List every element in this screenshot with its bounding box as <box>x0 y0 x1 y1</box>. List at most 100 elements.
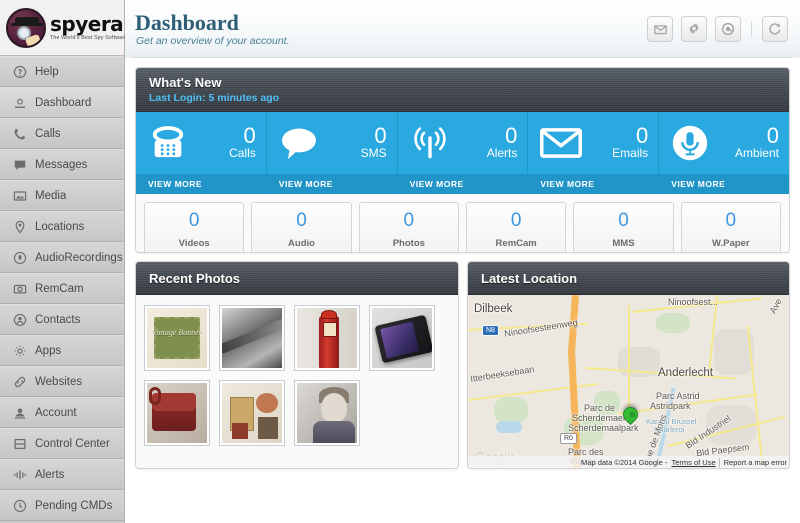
sidebar-item-dashboard[interactable]: Dashboard <box>0 87 124 118</box>
sidebar: spyera The World's Best Spy Software Hel… <box>0 0 128 523</box>
map-road <box>628 305 630 415</box>
sidebar-item-help[interactable]: Help <box>0 56 124 87</box>
sidebar-item-pending-cmds[interactable]: Pending CMDs <box>0 490 124 521</box>
stat-tile-ambient[interactable]: 0 Ambient VIEW MORE <box>659 112 789 194</box>
recent-photos-header: Recent Photos <box>136 262 458 295</box>
latest-location-header: Latest Location <box>468 262 789 295</box>
apps-icon <box>13 344 27 358</box>
sidebar-item-remcam[interactable]: RemCam <box>0 273 124 304</box>
view-more-link[interactable]: VIEW MORE <box>659 174 789 194</box>
sidebar-item-locations[interactable]: Locations <box>0 211 124 242</box>
speech-bubble-icon <box>279 126 319 160</box>
view-more-link[interactable]: VIEW MORE <box>397 174 528 194</box>
sidebar-item-messages[interactable]: Messages <box>0 149 124 180</box>
mini-stat-label: Videos <box>178 238 210 249</box>
mini-stat-label: RemCam <box>495 238 537 249</box>
sidebar-item-audiorecordings[interactable]: AudioRecordings <box>0 242 124 273</box>
tile-meta: 0 Ambient <box>735 125 779 161</box>
sidebar-item-label: Help <box>35 65 59 78</box>
target-button[interactable] <box>715 16 741 42</box>
map-label: Scherdemael <box>572 413 626 423</box>
photo-thumbnail[interactable] <box>144 380 210 446</box>
sidebar-item-media[interactable]: Media <box>0 180 124 211</box>
recent-photos-title: Recent Photos <box>149 270 241 286</box>
photo-thumbnail[interactable] <box>219 380 285 446</box>
sidebar-item-label: Messages <box>35 158 88 171</box>
mini-stat-value: 0 <box>618 210 629 231</box>
sidebar-item-label: Control Center <box>35 437 110 450</box>
report-map-error-link[interactable]: Report a map error <box>718 458 787 467</box>
red-gas-pump-thumbnail <box>297 308 357 368</box>
camera-icon <box>13 282 27 296</box>
photo-thumbnail[interactable] <box>294 305 360 371</box>
spyera-dashboard-app: spyera The World's Best Spy Software Hel… <box>0 0 800 523</box>
map-view[interactable]: Dilbeek Ninoofsesteenweg Ninoofsest... A… <box>468 295 789 468</box>
at-target-icon <box>721 22 735 36</box>
sidebar-item-label: Locations <box>35 220 85 233</box>
view-more-link[interactable]: VIEW MORE <box>528 174 659 194</box>
sidebar-item-apps[interactable]: Apps <box>0 335 124 366</box>
stat-tile-alerts[interactable]: 0 Alerts VIEW MORE <box>397 112 529 194</box>
photo-thumbnail[interactable] <box>219 305 285 371</box>
view-more-link[interactable]: VIEW MORE <box>136 174 266 194</box>
photo-thumbnail[interactable] <box>294 380 360 446</box>
tile-body: 0 SMS <box>267 112 397 174</box>
mini-stat-audio[interactable]: 0 Audio <box>251 202 352 252</box>
mini-stat-mms[interactable]: 0 MMS <box>573 202 674 252</box>
recent-photos-panel: Recent Photos Vintage Banner <box>135 261 459 469</box>
tile-body: 0 Alerts <box>398 112 528 174</box>
audio-icon <box>13 251 27 265</box>
refresh-button[interactable] <box>762 16 788 42</box>
mini-stat-remcam[interactable]: 0 RemCam <box>465 202 567 252</box>
mini-stat-videos[interactable]: 0 Videos <box>144 202 245 252</box>
map-label: Parc de <box>584 403 616 413</box>
sidebar-item-alerts[interactable]: Alerts <box>0 459 124 490</box>
mini-stat-value: 0 <box>403 210 415 231</box>
photo-thumbnail[interactable]: Vintage Banner <box>144 305 210 371</box>
mini-stat-photos[interactable]: 0 Photos <box>358 202 459 252</box>
sidebar-item-label: Apps <box>35 344 62 357</box>
sidebar-item-account[interactable]: Account <box>0 397 124 428</box>
messages-button[interactable] <box>647 16 673 42</box>
sidebar-item-websites[interactable]: Websites <box>0 366 124 397</box>
sidebar-item-label: Media <box>35 189 67 202</box>
mini-stat-value: 0 <box>725 210 737 231</box>
terms-of-use-link[interactable]: Terms of Use <box>671 458 715 467</box>
tile-label: Alerts <box>486 146 518 160</box>
sidebar-item-control-center[interactable]: Control Center <box>0 428 124 459</box>
mini-stat-label: MMS <box>612 238 635 249</box>
brand-logo[interactable]: spyera The World's Best Spy Software <box>0 0 128 56</box>
tile-meta: 0 Alerts <box>487 125 518 161</box>
envelope-icon <box>540 127 583 159</box>
photo-thumbnail[interactable] <box>369 305 435 371</box>
page-subtitle: Get an overview of your account. <box>136 35 290 47</box>
settings-button[interactable] <box>681 16 707 42</box>
sidebar-item-label: Contacts <box>35 313 81 326</box>
gear-icon <box>689 23 699 34</box>
map-label: Astridpark <box>650 401 691 411</box>
brand-tagline: The World's Best Spy Software <box>50 34 128 41</box>
page-header: Dashboard Get an overview of your accoun… <box>125 0 800 58</box>
sidebar-item-calls[interactable]: Calls <box>0 118 124 149</box>
map-water <box>496 421 522 433</box>
tile-meta: 0 Emails <box>612 125 648 161</box>
tile-label: Ambient <box>734 146 779 160</box>
view-more-link[interactable]: VIEW MORE <box>266 174 397 194</box>
sidebar-item-label: Pending CMDs <box>35 499 113 512</box>
tile-value: 0 <box>635 123 649 148</box>
stat-tile-sms[interactable]: 0 SMS VIEW MORE <box>266 112 398 194</box>
sidebar-item-contacts[interactable]: Contacts <box>0 304 124 335</box>
stat-tile-calls[interactable]: 0 Calls VIEW MORE <box>136 112 267 194</box>
mini-stat-w-paper[interactable]: 0 W.Paper <box>680 202 781 252</box>
map-label: Parc Astrid <box>656 391 700 401</box>
tile-body: 0 Ambient <box>659 112 789 174</box>
road-shield: R0 <box>560 433 577 444</box>
tile-value: 0 <box>374 123 387 148</box>
message-icon <box>13 158 27 172</box>
latest-location-panel: Latest Location Dilbeek Ninoofsesteenweg… <box>467 261 790 469</box>
tile-label: Emails <box>612 146 649 160</box>
stat-tile-emails[interactable]: 0 Emails VIEW MORE <box>528 112 660 194</box>
phone-icon <box>13 127 27 141</box>
broadcast-icon <box>410 126 450 160</box>
sidebar-item-label: Websites <box>35 375 83 388</box>
